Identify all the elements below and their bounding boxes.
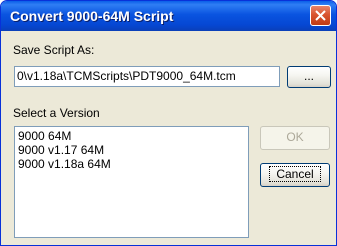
list-item[interactable]: 9000 v1.17 64M	[18, 143, 248, 157]
close-icon	[315, 10, 326, 21]
save-script-label: Save Script As:	[13, 43, 95, 57]
save-path-field[interactable]: 0\v1.18a\TCMScripts\PDT9000_64M.tcm	[14, 66, 280, 87]
cancel-button-label: Cancel	[269, 166, 321, 182]
ok-button[interactable]: OK	[260, 126, 330, 150]
select-version-label: Select a Version	[13, 106, 100, 120]
version-listbox[interactable]: 9000 64M 9000 v1.17 64M 9000 v1.18a 64M	[14, 126, 249, 238]
close-button[interactable]	[310, 5, 331, 26]
title-bar[interactable]: Convert 9000-64M Script	[1, 1, 336, 31]
dialog-window: Convert 9000-64M Script Save Script As: …	[0, 0, 337, 246]
window-title: Convert 9000-64M Script	[10, 8, 174, 24]
cancel-button[interactable]: Cancel	[260, 163, 330, 187]
dialog-body: Save Script As: 0\v1.18a\TCMScripts\PDT9…	[4, 31, 333, 242]
list-item[interactable]: 9000 64M	[18, 129, 248, 143]
list-item[interactable]: 9000 v1.18a 64M	[18, 157, 248, 171]
browse-button[interactable]: ...	[287, 66, 331, 88]
